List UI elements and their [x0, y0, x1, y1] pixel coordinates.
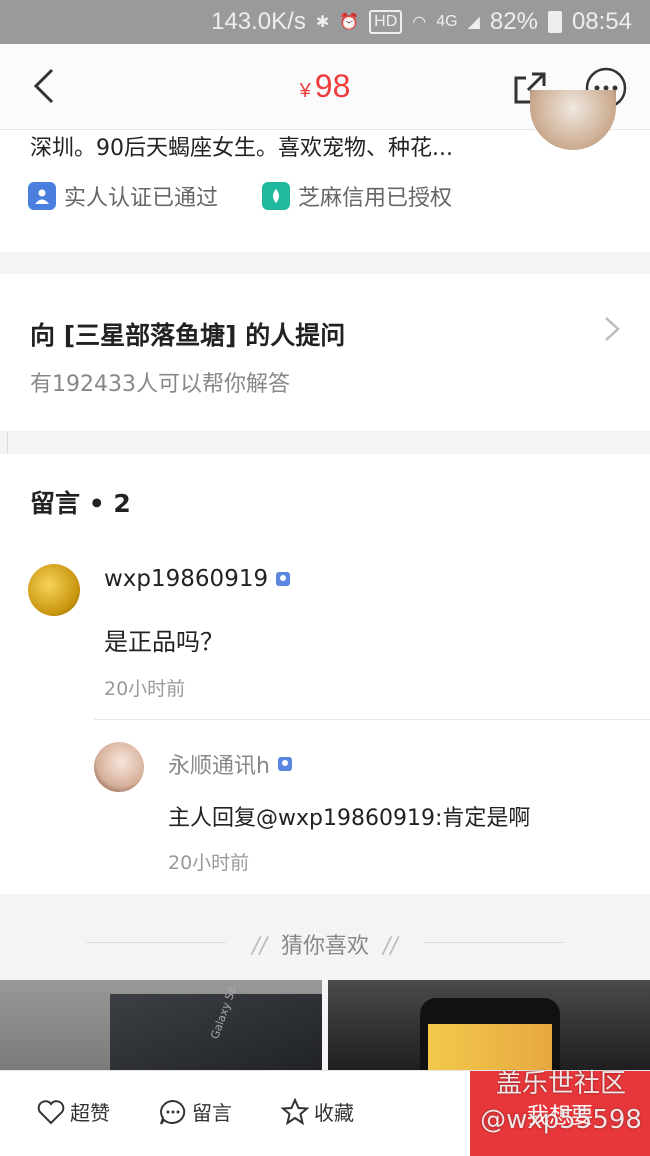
recommend-header: // 猜你喜欢 //: [0, 894, 650, 980]
star-icon: [280, 1097, 310, 1125]
seller-card[interactable]: 深圳。90后天蝎座女生。喜欢宠物、种花... 实人认证已通过 芝麻信用已授权: [0, 90, 650, 252]
hd-badge: HD: [369, 10, 403, 34]
wifi-icon: ◠: [412, 14, 427, 31]
person-verified-icon: [28, 182, 56, 210]
real-name-badge: 实人认证已通过: [28, 180, 218, 212]
like-button[interactable]: 超赞: [36, 1097, 110, 1126]
comment-bubble-icon: [160, 1099, 186, 1125]
chevron-right-icon: [605, 317, 620, 341]
reply-time: 20小时前: [168, 852, 250, 874]
battery-icon: [547, 11, 562, 33]
verified-icon: [276, 572, 291, 586]
comments-section: 留言 • 2 wxp19860919 是正品吗？ 20小时前 永顺通讯h 主人回…: [0, 454, 650, 894]
bottom-action-bar: 超赞 留言 收藏 我想要: [0, 1070, 650, 1156]
network-type: 4G: [436, 13, 458, 30]
battery-percent: 82%: [489, 8, 538, 35]
zhima-credit-icon: [262, 182, 290, 210]
alarm-icon: ⏰: [339, 14, 360, 31]
reply-author[interactable]: 永顺通讯h: [168, 748, 292, 780]
comment-button[interactable]: 留言: [158, 1097, 232, 1126]
seller-bio: 深圳。90后天蝎座女生。喜欢宠物、种花...: [30, 136, 453, 161]
reply-avatar[interactable]: [94, 742, 144, 792]
favorite-button[interactable]: 收藏: [280, 1097, 354, 1126]
heart-icon: [37, 1099, 65, 1124]
bluetooth-icon: ✱: [315, 14, 330, 31]
comments-title: 留言 • 2: [30, 489, 131, 518]
net-speed: 143.0K/s: [211, 8, 306, 35]
currency-symbol: ¥: [299, 80, 311, 102]
favorite-label: 收藏: [314, 1101, 354, 1125]
zhima-credit-label: 芝麻信用已授权: [298, 186, 453, 211]
recommended-product-2[interactable]: [328, 980, 650, 1070]
signal-icon: ◢: [467, 14, 480, 31]
ask-question-row[interactable]: 向 [三星部落鱼塘] 的人提问 有192433人可以帮你解答: [0, 274, 650, 432]
comment-label: 留言: [192, 1101, 232, 1125]
quote-mark-icon: //: [383, 934, 398, 959]
recommended-product-1[interactable]: Galaxy S8: [0, 980, 322, 1070]
want-label: 我想要: [526, 1104, 593, 1129]
want-button[interactable]: 我想要: [470, 1071, 650, 1156]
status-bar: 143.0K/s ✱ ⏰ HD ◠ 4G ◢ 82% 08:54: [0, 0, 650, 44]
like-label: 超赞: [70, 1101, 110, 1125]
seller-avatar[interactable]: [530, 90, 616, 150]
ask-title: 向 [三星部落鱼塘] 的人提问: [30, 321, 346, 350]
price-value: 98: [314, 68, 351, 104]
recommend-title-row: // 猜你喜欢 //: [0, 928, 650, 960]
commenter-name[interactable]: wxp19860919: [104, 566, 291, 592]
recommend-title: 猜你喜欢: [280, 934, 369, 959]
divider: [94, 719, 650, 720]
quote-mark-icon: //: [252, 934, 267, 959]
reply-text[interactable]: 主人回复@wxp19860919:肯定是啊: [168, 800, 530, 832]
zhima-credit-badge: 芝麻信用已授权: [262, 180, 452, 212]
comment-text[interactable]: 是正品吗？: [104, 622, 224, 657]
product-phone-screen: [428, 1024, 552, 1070]
commenter-avatar[interactable]: [28, 564, 80, 616]
comment-time: 20小时前: [104, 678, 186, 700]
commenter-username: wxp19860919: [104, 566, 269, 592]
reply-username: 永顺通讯h: [168, 754, 270, 779]
real-name-label: 实人认证已通过: [64, 186, 219, 211]
ask-subtitle: 有192433人可以帮你解答: [30, 372, 290, 397]
verified-icon: [277, 757, 292, 771]
clock: 08:54: [571, 8, 632, 35]
